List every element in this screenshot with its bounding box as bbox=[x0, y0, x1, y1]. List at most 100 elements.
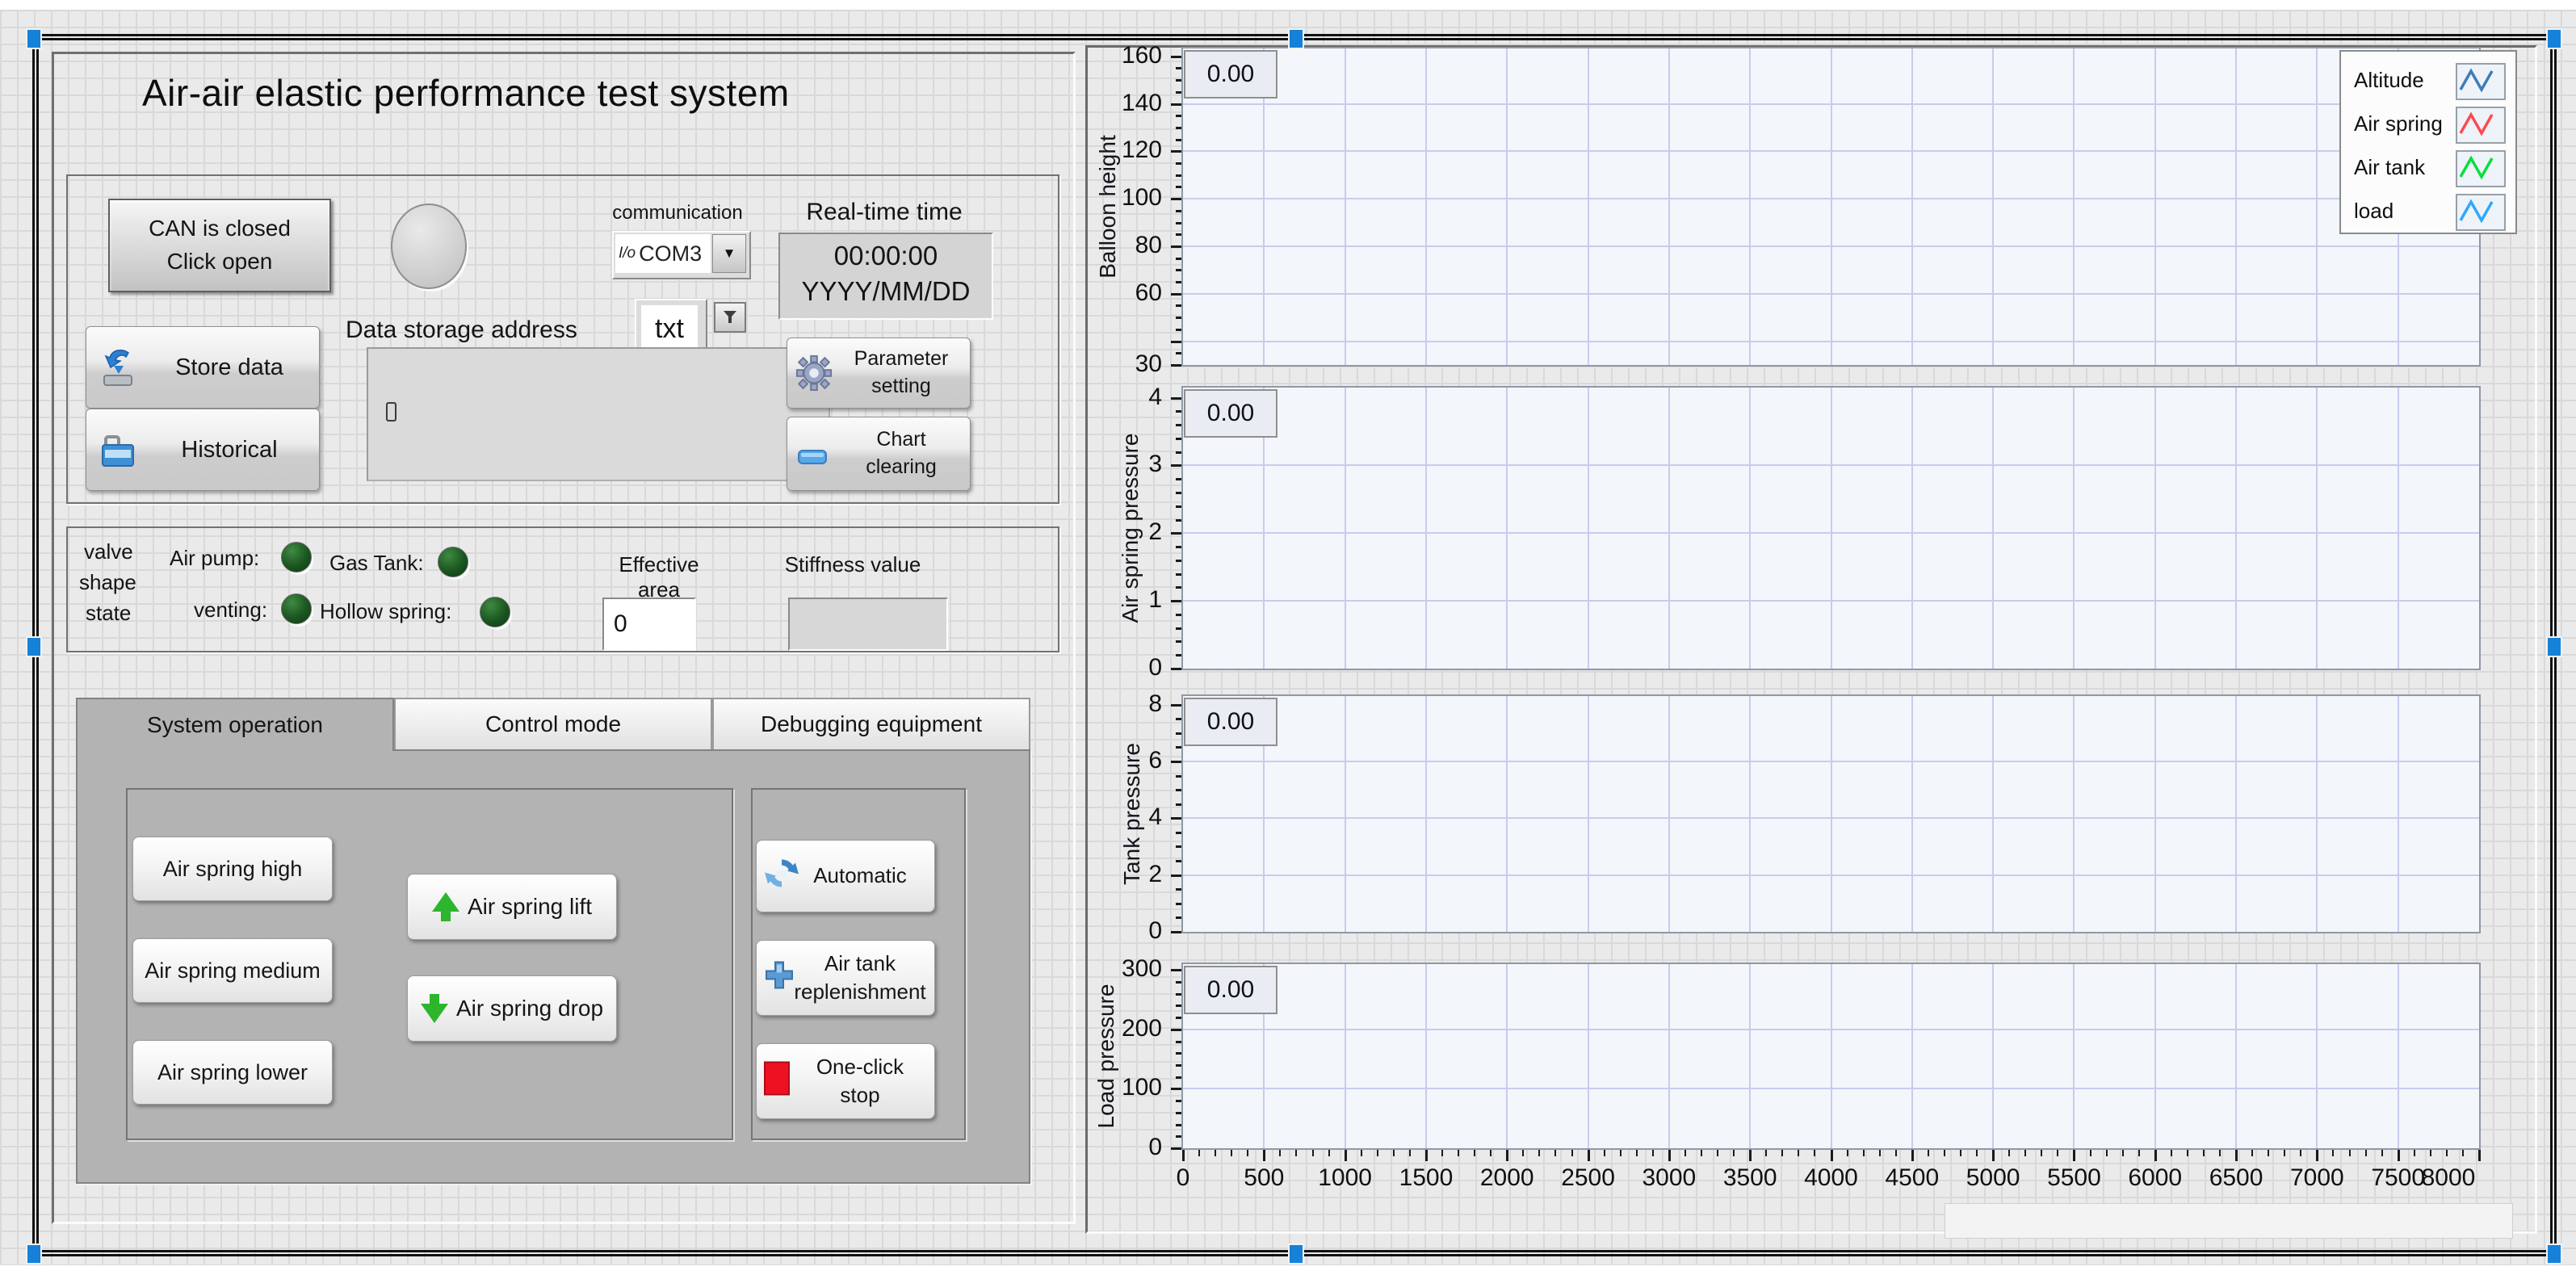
button-air-tank-replenishment[interactable]: Air tankreplenishment bbox=[756, 940, 935, 1016]
selection-handle[interactable] bbox=[26, 28, 42, 49]
chart-clearing-button[interactable]: Chart clearing bbox=[787, 417, 971, 491]
x-minor-tick bbox=[1231, 1150, 1232, 1156]
selection-handle[interactable] bbox=[26, 1244, 42, 1265]
y-minor-tick bbox=[1176, 586, 1181, 589]
button-air-spring-lift[interactable]: Air spring lift bbox=[407, 874, 617, 940]
plot-vgridline bbox=[1506, 964, 1508, 1148]
y-minor-tick bbox=[1176, 91, 1181, 94]
y-minor-tick bbox=[1176, 614, 1181, 616]
com-port-value: COM3 bbox=[639, 241, 702, 266]
can-open-button[interactable]: CAN is closed Click open bbox=[108, 199, 331, 292]
y-minor-tick bbox=[1176, 304, 1181, 307]
plot-vgridline bbox=[1668, 696, 1670, 932]
legend-item-air-spring[interactable]: Air spring bbox=[2341, 102, 2515, 145]
y-major-tick bbox=[1171, 464, 1181, 467]
storage-ext-value: txt bbox=[655, 313, 684, 345]
y-major-tick bbox=[1171, 817, 1181, 820]
y-minor-tick bbox=[1176, 1064, 1181, 1067]
selection-handle[interactable] bbox=[1288, 28, 1304, 49]
plot-vgridline bbox=[2235, 696, 2237, 932]
x-minor-tick bbox=[1393, 1150, 1395, 1156]
tab-system-operation[interactable]: System operation bbox=[76, 698, 394, 751]
legend-line-sample bbox=[2456, 63, 2506, 100]
chevron-down-icon: ▼ bbox=[723, 245, 736, 262]
chart-legend: AltitudeAir springAir tankload bbox=[2339, 50, 2517, 234]
y-minor-tick bbox=[1176, 186, 1181, 188]
y-minor-tick bbox=[1176, 1124, 1181, 1126]
effective-area-value[interactable]: 0 bbox=[602, 598, 696, 651]
y-major-tick bbox=[1171, 56, 1181, 58]
chart-value-indicator: 0.00 bbox=[1184, 389, 1278, 438]
selection-handle[interactable] bbox=[2546, 28, 2562, 49]
legend-item-altitude[interactable]: Altitude bbox=[2341, 58, 2515, 102]
plot-hgridline bbox=[1183, 817, 2479, 819]
led-indicator bbox=[281, 542, 312, 572]
tab-control-mode[interactable]: Control mode bbox=[394, 698, 712, 751]
y-minor-tick bbox=[1176, 127, 1181, 129]
plot-vgridline bbox=[2316, 964, 2318, 1148]
plot-vgridline bbox=[1911, 964, 1913, 1148]
legend-line-sample bbox=[2456, 107, 2506, 144]
parameter-setting-button[interactable]: Parameter setting bbox=[787, 338, 971, 409]
led-indicator bbox=[480, 597, 510, 627]
bottom-margin bbox=[0, 1265, 2576, 1275]
plot-vgridline bbox=[1992, 388, 1994, 669]
selection-handle[interactable] bbox=[26, 636, 42, 657]
plot-hgridline bbox=[1183, 103, 2479, 105]
indicator-label-air-pump-: Air pump: bbox=[170, 546, 259, 571]
x-tick-label: 8000 bbox=[2400, 1164, 2497, 1192]
plot-vgridline bbox=[2235, 48, 2237, 365]
storage-browse-button[interactable] bbox=[714, 302, 746, 333]
x-minor-tick bbox=[1652, 1150, 1654, 1156]
button-automatic[interactable]: Automatic bbox=[756, 840, 935, 912]
button-air-spring-lower[interactable]: Air spring lower bbox=[132, 1040, 333, 1105]
y-minor-tick bbox=[1176, 281, 1181, 283]
visa-field: I/o COM3 bbox=[615, 234, 711, 273]
y-tick-label: 140 bbox=[1078, 90, 1162, 117]
com-port-selector[interactable]: I/o COM3 ▼ bbox=[612, 231, 751, 279]
x-minor-tick bbox=[1295, 1150, 1297, 1156]
can-button-line1: CAN is closed bbox=[149, 212, 291, 245]
button-one-click-stop[interactable]: One-clickstop bbox=[756, 1043, 935, 1119]
button-label: Air spring lift bbox=[468, 894, 592, 920]
plot-vgridline bbox=[2154, 388, 2156, 669]
y-axis-title-air-spring-pressure: Air spring pressure bbox=[1118, 434, 1143, 623]
x-minor-tick bbox=[1377, 1150, 1378, 1156]
y-minor-tick bbox=[1176, 746, 1181, 749]
y-minor-tick bbox=[1176, 789, 1181, 791]
legend-item-load[interactable]: load bbox=[2341, 189, 2515, 233]
selection-handle[interactable] bbox=[2546, 636, 2562, 657]
selection-handle[interactable] bbox=[1288, 1244, 1304, 1265]
plot-area-load-pressure bbox=[1183, 964, 2479, 1148]
y-major-tick bbox=[1171, 198, 1181, 200]
y-tick-label: 0 bbox=[1078, 917, 1162, 945]
historical-button[interactable]: Historical bbox=[86, 409, 320, 491]
storage-ext-field: txt bbox=[641, 305, 698, 352]
y-minor-tick bbox=[1176, 916, 1181, 919]
plot-hgridline bbox=[1183, 600, 2479, 602]
funnel-icon bbox=[722, 309, 738, 325]
legend-item-air-tank[interactable]: Air tank bbox=[2341, 145, 2515, 189]
x-minor-tick bbox=[1490, 1150, 1491, 1156]
button-air-spring-high[interactable]: Air spring high bbox=[132, 837, 333, 901]
plot-hgridline bbox=[1183, 293, 2479, 295]
plot-vgridline bbox=[1992, 48, 1994, 365]
selection-handle[interactable] bbox=[2546, 1244, 2562, 1265]
x-minor-tick bbox=[1879, 1150, 1881, 1156]
button-air-spring-medium[interactable]: Air spring medium bbox=[132, 938, 333, 1003]
store-data-label: Store data bbox=[140, 354, 319, 381]
store-data-button[interactable]: Store data bbox=[86, 326, 320, 409]
y-tick-label: 0 bbox=[1078, 654, 1162, 682]
plot-vgridline bbox=[2398, 696, 2399, 932]
button-air-spring-drop[interactable]: Air spring drop bbox=[407, 975, 617, 1042]
y-minor-tick bbox=[1176, 560, 1181, 562]
storage-path-textarea[interactable] bbox=[367, 347, 830, 481]
plot-vgridline bbox=[1831, 964, 1832, 1148]
y-tick-label: 60 bbox=[1078, 279, 1162, 307]
com-port-dropdown-button[interactable]: ▼ bbox=[712, 234, 746, 273]
x-minor-tick bbox=[1944, 1150, 1945, 1156]
tab-debugging-equipment[interactable]: Debugging equipment bbox=[712, 698, 1030, 751]
plot-vgridline bbox=[2073, 696, 2075, 932]
y-minor-tick bbox=[1176, 269, 1181, 271]
y-minor-tick bbox=[1176, 860, 1181, 862]
